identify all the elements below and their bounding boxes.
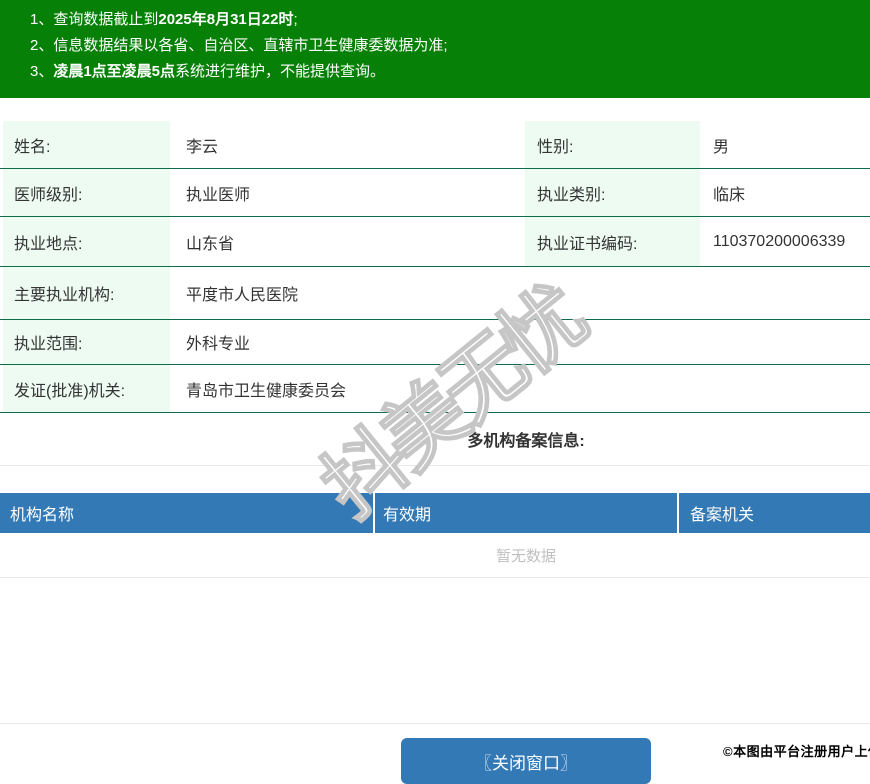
registration-table-header: 机构名称 有效期 备案机关	[0, 493, 870, 533]
certificate-number-value: 110370200006339	[713, 232, 846, 250]
notice-line-3: 3、凌晨1点至凌晨5点系统进行维护，不能提供查询。	[30, 63, 386, 80]
issuing-authority-value: 青岛市卫生健康委员会	[186, 382, 347, 400]
certificate-number-label: 执业证书编码:	[525, 217, 700, 266]
table-row: 执业范围: 外科专业	[0, 320, 870, 365]
physician-info-table: 姓名: 李云 性别: 男 医师级别: 执业医师 执业类别: 临床 执业地点: 山…	[0, 121, 870, 413]
empty-data-message: 暂无数据	[0, 533, 870, 578]
table-row: 发证(批准)机关: 青岛市卫生健康委员会	[0, 365, 870, 413]
name-label: 姓名:	[3, 121, 170, 168]
location-label: 执业地点:	[3, 217, 170, 266]
table-row: 姓名: 李云 性别: 男	[0, 121, 870, 169]
column-header-filing-authority: 备案机关	[677, 493, 870, 533]
column-header-validity-period: 有效期	[373, 493, 677, 533]
physician-query-result-page: { "banner": { "bg_color": "#068006", "no…	[0, 0, 870, 784]
scope-label: 执业范围:	[3, 320, 170, 364]
column-header-institution-name: 机构名称	[10, 507, 75, 524]
table-row: 执业地点: 山东省 执业证书编码: 110370200006339	[0, 217, 870, 267]
level-value: 执业医师	[186, 186, 251, 204]
level-label: 医师级别:	[3, 169, 170, 216]
close-window-button[interactable]: 〖关闭窗口〗	[401, 738, 651, 784]
main-institution-value: 平度市人民医院	[186, 287, 299, 304]
gender-label: 性别:	[525, 121, 700, 168]
category-value: 临床	[713, 186, 746, 204]
category-label: 执业类别:	[525, 169, 700, 216]
table-row: 主要执业机构: 平度市人民医院	[0, 267, 870, 320]
notice-banner: 1、查询数据截止到2025年8月31日22时; 2、信息数据结果以各省、自治区、…	[0, 0, 870, 98]
upload-credit-text: ©本图由平台注册用户上传	[723, 744, 870, 759]
notice-line-2: 2、信息数据结果以各省、自治区、直辖市卫生健康委数据为准;	[30, 37, 448, 54]
issuing-authority-label: 发证(批准)机关:	[3, 365, 170, 412]
main-institution-label: 主要执业机构:	[3, 267, 170, 319]
notice-line-1: 1、查询数据截止到2025年8月31日22时;	[30, 11, 298, 28]
multi-institution-section-title: 多机构备案信息:	[0, 413, 870, 466]
location-value: 山东省	[186, 235, 235, 253]
scope-value: 外科专业	[186, 336, 251, 353]
content-container: 1、查询数据截止到2025年8月31日22时; 2、信息数据结果以各省、自治区、…	[0, 0, 870, 784]
table-row: 医师级别: 执业医师 执业类别: 临床	[0, 169, 870, 217]
name-value: 李云	[186, 138, 219, 156]
gender-value: 男	[713, 138, 730, 156]
